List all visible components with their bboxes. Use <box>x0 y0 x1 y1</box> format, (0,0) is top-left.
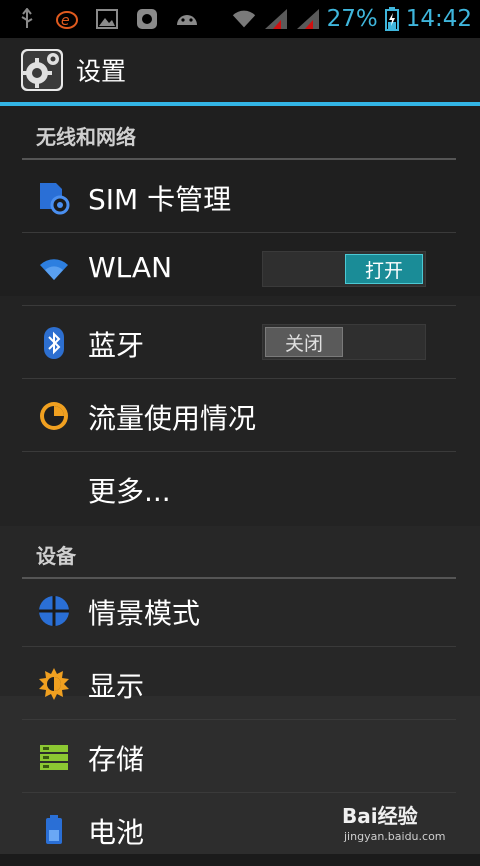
settings-item-label: 存储 <box>88 743 145 776</box>
usb-icon <box>14 8 40 30</box>
section-header-device: 设备 <box>22 527 456 579</box>
settings-item-label: 蓝牙 <box>88 329 145 362</box>
data-usage-icon <box>36 398 72 434</box>
settings-item-wlan[interactable]: WLAN 打开 <box>22 233 456 306</box>
settings-item-display[interactable]: 显示 <box>22 647 456 720</box>
settings-gear-icon[interactable] <box>20 48 64 92</box>
battery-icon <box>36 812 72 848</box>
watermark-url: jingyan.baidu.com <box>344 830 446 843</box>
page-title: 设置 <box>76 57 127 86</box>
svg-text:e: e <box>61 13 70 29</box>
settings-item-label: 电池 <box>88 816 145 849</box>
settings-item-storage[interactable]: 存储 <box>22 720 456 793</box>
settings-item-label: 流量使用情况 <box>88 402 257 435</box>
baidu-jingyan-watermark: Bai经验 jingyan.baidu.com <box>342 800 462 848</box>
wifi-status-icon <box>231 8 257 30</box>
sim-card-icon <box>36 179 72 215</box>
settings-list[interactable]: 无线和网络 SIM 卡管理 WLAN 打开 蓝牙 关闭 流量使用情况 更多... <box>0 106 480 854</box>
settings-item-bluetooth[interactable]: 蓝牙 关闭 <box>22 306 456 379</box>
toggle-thumb: 关闭 <box>265 327 343 357</box>
settings-item-data-usage[interactable]: 流量使用情况 <box>22 379 456 452</box>
section-header-label: 设备 <box>36 544 76 568</box>
wifi-icon <box>36 252 72 288</box>
clock: 14:42 <box>405 6 472 32</box>
settings-item-profile[interactable]: 情景模式 <box>22 574 456 647</box>
watermark-logo: Bai经验 <box>342 804 418 828</box>
bluetooth-icon <box>36 325 72 361</box>
signal-1-icon <box>263 8 289 30</box>
profile-mode-icon <box>36 593 72 629</box>
battery-percent: 27% <box>326 6 378 32</box>
battery-icon <box>384 7 400 31</box>
signal-2-icon <box>295 8 321 30</box>
toggle-thumb: 打开 <box>345 254 423 284</box>
display-brightness-icon <box>36 666 72 702</box>
settings-item-label: WLAN <box>88 251 173 284</box>
wlan-toggle[interactable]: 打开 <box>262 251 426 287</box>
action-bar: 设置 <box>0 38 480 106</box>
settings-item-sim[interactable]: SIM 卡管理 <box>22 160 456 233</box>
settings-item-label: 更多... <box>88 475 171 508</box>
storage-icon <box>36 739 72 775</box>
settings-item-more[interactable]: 更多... <box>22 452 456 525</box>
android-icon <box>174 8 200 30</box>
section-header-wireless: 无线和网络 <box>22 108 456 160</box>
image-icon <box>94 8 120 30</box>
settings-item-label: SIM 卡管理 <box>88 183 232 216</box>
section-header-label: 无线和网络 <box>36 125 136 149</box>
bluetooth-toggle[interactable]: 关闭 <box>262 324 426 360</box>
status-bar: e 27% 14:42 <box>0 0 480 38</box>
settings-item-label: 情景模式 <box>88 597 201 630</box>
settings-item-label: 显示 <box>88 670 145 703</box>
e-app-icon: e <box>54 8 80 30</box>
huawei-icon <box>134 8 160 30</box>
